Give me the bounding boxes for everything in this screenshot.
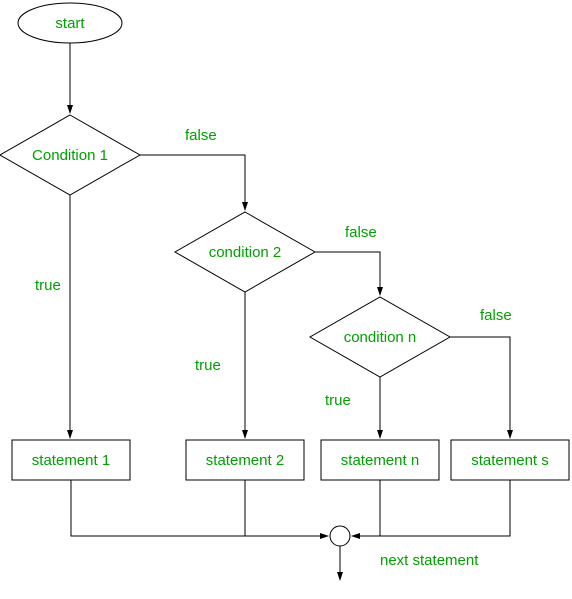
statement-n-label: statement n — [341, 452, 419, 469]
cond1-false-label: false — [185, 127, 217, 144]
cond2-true-label: true — [195, 357, 221, 374]
condn-true-label: true — [325, 392, 351, 409]
merge-node — [330, 526, 350, 546]
statement-s-label: statement s — [471, 452, 549, 469]
edge-condn-stmts — [450, 337, 510, 438]
condition-2-label: condition 2 — [209, 244, 282, 261]
edge-stmt1-merge — [71, 480, 328, 536]
cond1-true-label: true — [35, 277, 61, 294]
statement-1-label: statement 1 — [32, 452, 110, 469]
edge-cond1-cond2 — [140, 155, 245, 210]
edge-stmtn-merge — [352, 480, 380, 536]
next-statement-label: next statement — [380, 552, 479, 569]
edge-stmts-merge — [352, 480, 510, 536]
condition-n-label: condition n — [344, 329, 417, 346]
edge-stmt2-merge — [245, 480, 328, 536]
flowchart-diagram: start Condition 1 false condition 2 fals… — [0, 0, 572, 599]
start-label: start — [55, 15, 85, 32]
condition-1-label: Condition 1 — [32, 147, 108, 164]
edge-cond2-condn — [315, 252, 380, 295]
condn-false-label: false — [480, 307, 512, 324]
statement-2-label: statement 2 — [206, 452, 284, 469]
cond2-false-label: false — [345, 224, 377, 241]
